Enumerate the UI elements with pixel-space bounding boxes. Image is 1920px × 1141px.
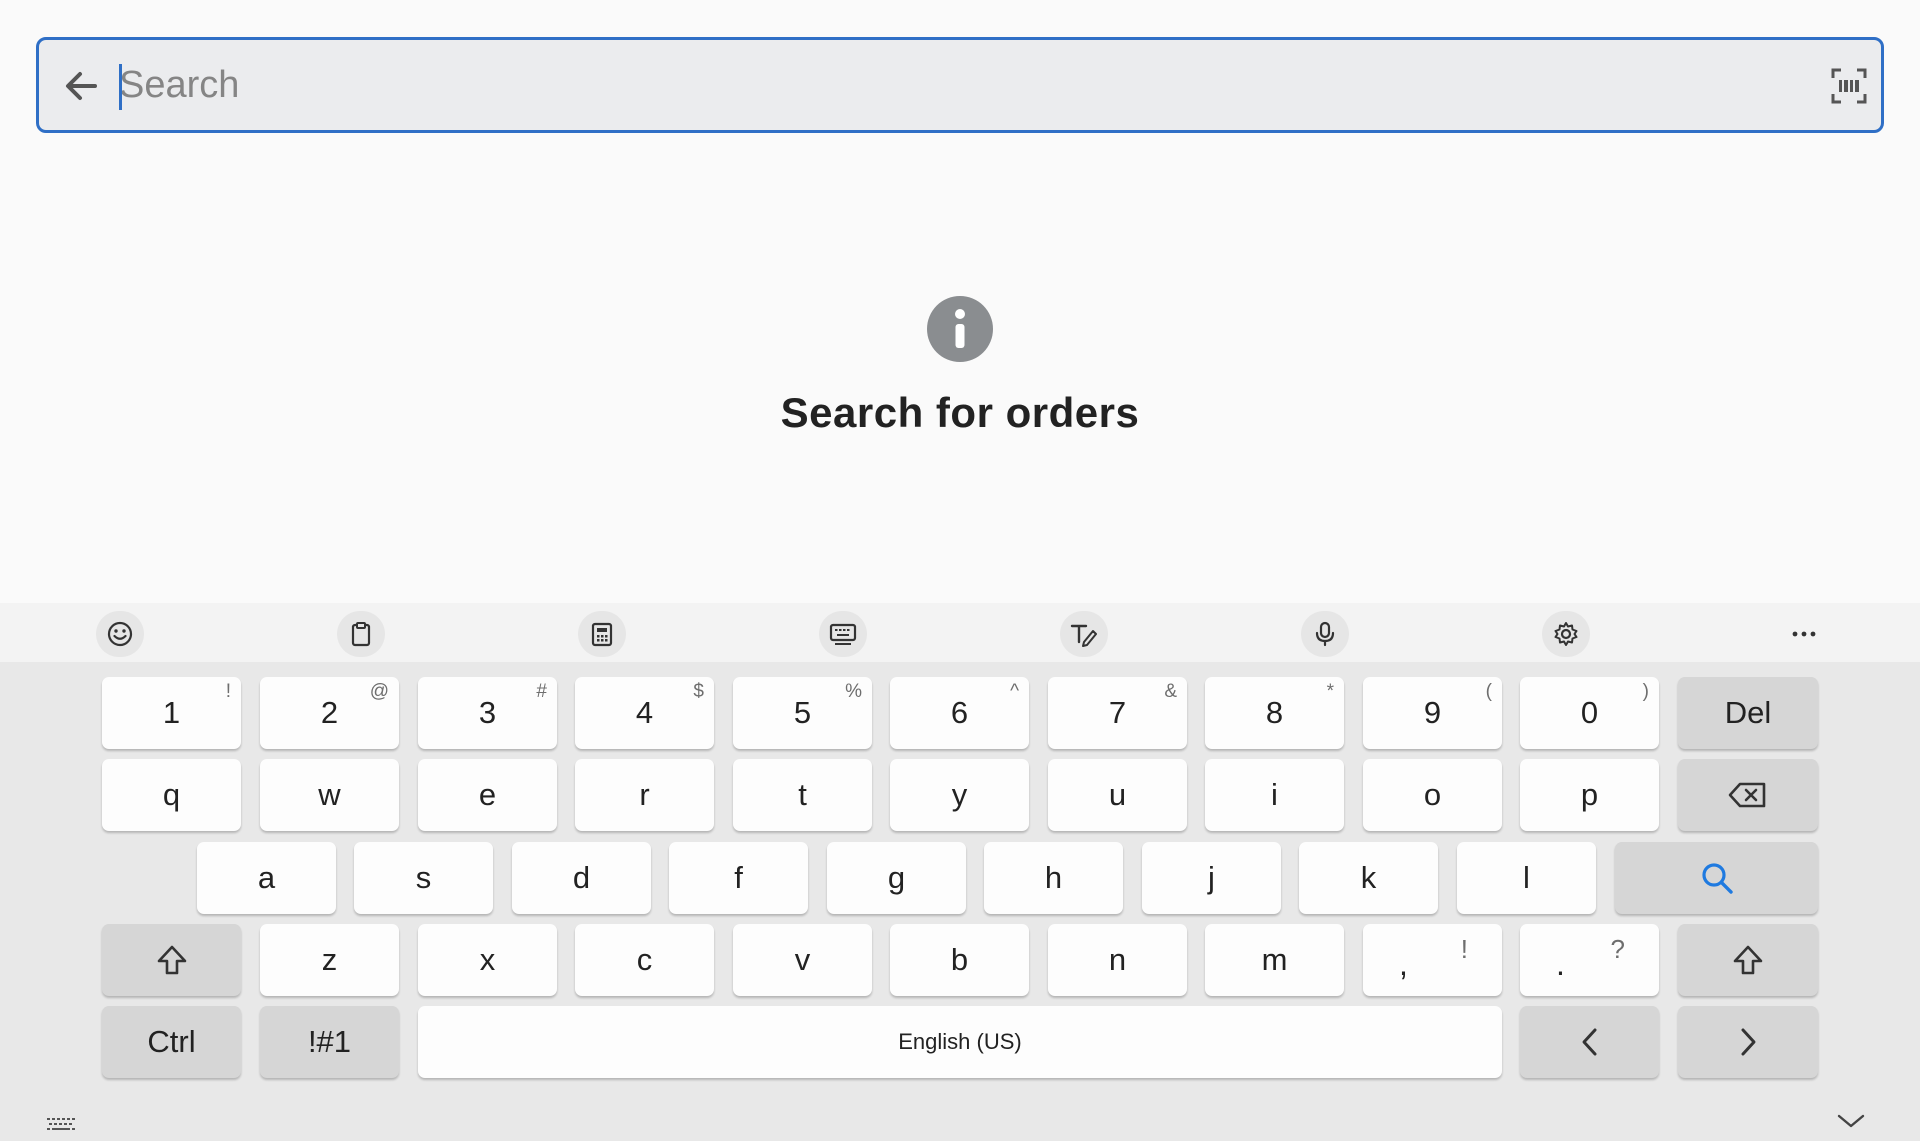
chevron-left-icon — [1582, 1028, 1596, 1056]
key-q[interactable]: q — [102, 759, 241, 831]
key-9[interactable]: 9( — [1363, 677, 1502, 749]
key-k[interactable]: k — [1299, 842, 1438, 914]
key-s[interactable]: s — [354, 842, 493, 914]
key-d[interactable]: d — [512, 842, 651, 914]
key-7[interactable]: 7 & — [1048, 677, 1187, 749]
settings-icon — [1554, 622, 1578, 646]
key-e[interactable]: e — [418, 759, 557, 831]
numeric-keypad-icon — [591, 622, 613, 647]
backspace-key[interactable] — [1678, 759, 1818, 831]
backspace-icon — [1728, 782, 1766, 808]
key-m[interactable]: m — [1205, 924, 1344, 996]
key-x[interactable]: x — [418, 924, 557, 996]
search-bar[interactable] — [36, 37, 1884, 133]
chevron-down-icon — [1837, 1114, 1865, 1128]
key-u[interactable]: u — [1048, 759, 1187, 831]
numeric-keypad-button[interactable] — [578, 611, 626, 657]
key-0[interactable]: 0) — [1520, 677, 1659, 749]
key-3[interactable]: 3 # — [418, 677, 557, 749]
key-w[interactable]: w — [260, 759, 399, 831]
key-1[interactable]: 1! — [102, 677, 241, 749]
key-4[interactable]: 4 $ — [575, 677, 714, 749]
key-comma[interactable]: ,! — [1363, 924, 1502, 996]
key-a[interactable]: a — [197, 842, 336, 914]
symbols-key[interactable]: !#1 — [260, 1006, 399, 1078]
cursor-right-key[interactable] — [1678, 1006, 1818, 1078]
back-button[interactable] — [61, 66, 101, 106]
key-j[interactable]: j — [1142, 842, 1281, 914]
key-2[interactable]: 2 @ — [260, 677, 399, 749]
keyboard-icon — [47, 1118, 75, 1130]
key-5[interactable]: 5% — [733, 677, 872, 749]
key-z[interactable]: z — [260, 924, 399, 996]
key-y[interactable]: y — [890, 759, 1029, 831]
empty-state: Search for orders — [0, 296, 1920, 437]
info-icon — [927, 296, 993, 362]
keyboard-mode-button[interactable] — [819, 611, 867, 657]
key-l[interactable]: l — [1457, 842, 1596, 914]
on-screen-keyboard: 1! 2 @ 3 # 4 $ 5% 6 ^ 7 & 8 * 9( 0) Del q w e … — [0, 662, 1920, 1141]
search-key[interactable] — [1615, 842, 1818, 914]
key-period[interactable]: .? — [1520, 924, 1659, 996]
del-key[interactable]: Del — [1678, 677, 1818, 749]
voice-input-button[interactable] — [1301, 611, 1349, 657]
key-o[interactable]: o — [1363, 759, 1502, 831]
empty-state-title: Search for orders — [780, 389, 1140, 436]
cursor-left-key[interactable] — [1520, 1006, 1659, 1078]
key-c[interactable]: c — [575, 924, 714, 996]
arrow-left-icon — [66, 72, 97, 100]
chevron-right-icon — [1741, 1028, 1756, 1056]
keyboard-settings-button[interactable] — [1542, 611, 1590, 657]
key-f[interactable]: f — [669, 842, 808, 914]
key-r[interactable]: r — [575, 759, 714, 831]
emoji-button[interactable] — [96, 611, 144, 657]
key-i[interactable]: i — [1205, 759, 1344, 831]
key-g[interactable]: g — [827, 842, 966, 914]
text-caret — [119, 64, 122, 110]
clipboard-icon — [351, 622, 371, 647]
clipboard-button[interactable] — [337, 611, 385, 657]
shift-key-left[interactable] — [102, 924, 241, 996]
microphone-icon — [1315, 621, 1335, 647]
ctrl-key[interactable]: Ctrl — [102, 1006, 241, 1078]
handwriting-icon — [1070, 624, 1097, 647]
hide-keyboard-button[interactable] — [1836, 1112, 1866, 1130]
search-input[interactable] — [119, 54, 1759, 116]
shift-icon — [1733, 945, 1763, 975]
key-h[interactable]: h — [984, 842, 1123, 914]
barcode-scan-icon — [1831, 68, 1867, 104]
handwriting-button[interactable] — [1060, 611, 1108, 657]
scan-barcode-button[interactable] — [1829, 66, 1869, 106]
key-t[interactable]: t — [733, 759, 872, 831]
keyboard-toolbar — [0, 603, 1920, 662]
search-icon — [1701, 863, 1733, 894]
shift-key-right[interactable] — [1678, 924, 1818, 996]
shift-icon — [157, 945, 186, 975]
key-6[interactable]: 6 ^ — [890, 677, 1029, 749]
space-key[interactable]: English (US) — [418, 1006, 1502, 1078]
key-8[interactable]: 8 * — [1205, 677, 1344, 749]
key-b[interactable]: b — [890, 924, 1029, 996]
key-v[interactable]: v — [733, 924, 872, 996]
keyboard-switch-button[interactable] — [46, 1116, 78, 1134]
keyboard-mode-icon — [829, 623, 857, 645]
emoji-icon — [107, 621, 133, 647]
key-n[interactable]: n — [1048, 924, 1187, 996]
key-p[interactable]: p — [1520, 759, 1659, 831]
more-options-button[interactable] — [1780, 611, 1828, 657]
more-icon — [1792, 631, 1816, 637]
